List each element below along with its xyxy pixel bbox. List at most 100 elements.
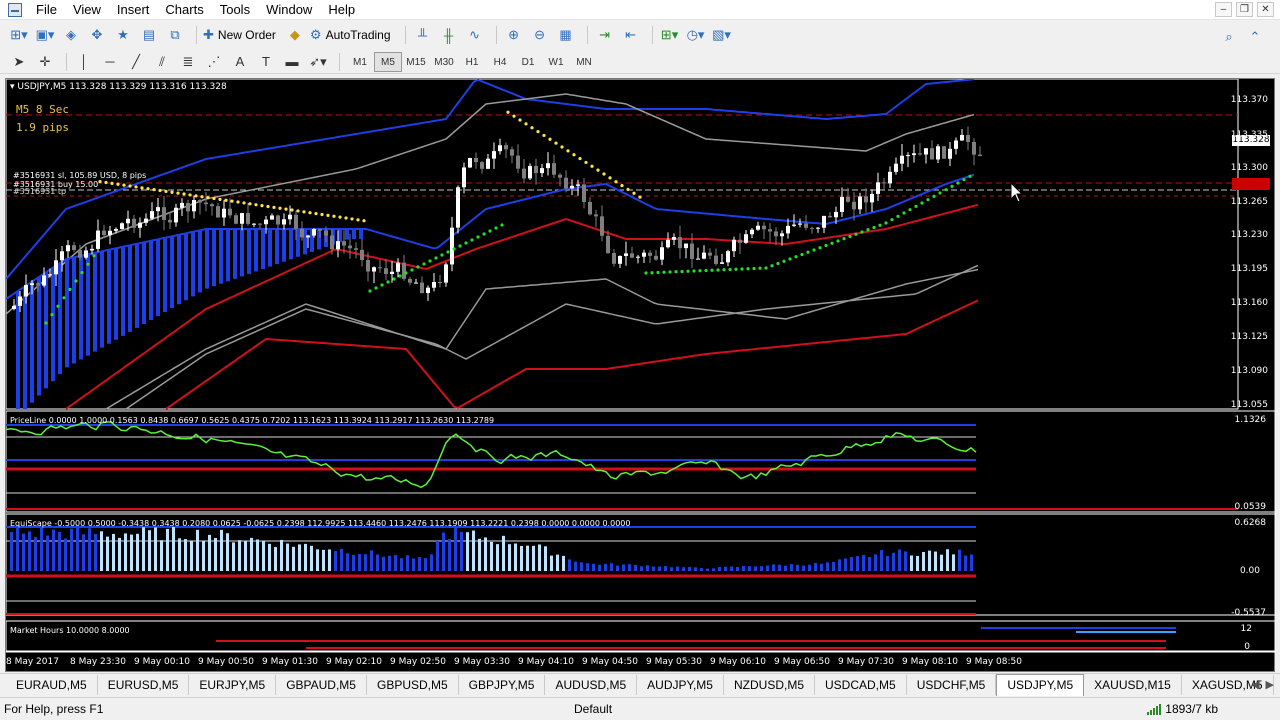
hist-bar (502, 535, 505, 571)
market-watch-icon[interactable]: ◈ (60, 24, 82, 46)
resistance-dot (632, 191, 636, 195)
candle-body (456, 187, 460, 228)
profiles-icon[interactable]: ▣▾ (34, 24, 56, 46)
candle-body (702, 252, 706, 259)
rectangle-icon[interactable]: ▬ (281, 51, 303, 73)
support-dot (944, 188, 948, 192)
timeframe-w1[interactable]: W1 (542, 52, 570, 72)
price-chart[interactable] (6, 79, 1276, 673)
crosshair-icon[interactable]: ✛ (34, 51, 56, 73)
menu-charts[interactable]: Charts (157, 0, 211, 20)
zoom-in-icon[interactable]: ⊕ (503, 24, 525, 46)
arrows-icon[interactable]: ➶▾ (307, 51, 329, 73)
menu-window[interactable]: Window (258, 0, 320, 20)
candle-body (24, 285, 28, 297)
menu-insert[interactable]: Insert (109, 0, 158, 20)
candle-body (966, 134, 970, 142)
timeframe-h4[interactable]: H4 (486, 52, 514, 72)
sub2-top-tick: 0.6268 (1234, 518, 1267, 528)
candle-body (48, 274, 52, 276)
tab-gbpusd-m5[interactable]: GBPUSD,M5 (367, 675, 459, 695)
cursor-icon[interactable]: ➤ (8, 51, 30, 73)
candle-body (498, 145, 502, 152)
text-icon[interactable]: A (229, 51, 251, 73)
resistance-dot (230, 199, 234, 203)
tab-xauusd-m15[interactable]: XAUUSD,M15 (1084, 675, 1182, 695)
zoom-out-icon[interactable]: ⊖ (529, 24, 551, 46)
status-profile[interactable]: Default (574, 702, 612, 716)
resistance-dot (122, 183, 126, 187)
menu-view[interactable]: View (65, 0, 109, 20)
restore-icon[interactable]: ❐ (1236, 2, 1253, 17)
timeframe-m30[interactable]: M30 (430, 52, 458, 72)
candle-body (66, 245, 70, 252)
timeframe-d1[interactable]: D1 (514, 52, 542, 72)
hist-bar (616, 565, 619, 571)
periods-icon[interactable]: ◷▾ (685, 24, 707, 46)
menu-tools[interactable]: Tools (212, 0, 258, 20)
hist-bar (796, 564, 799, 571)
tab-prev-icon[interactable]: ◀ (1251, 678, 1259, 691)
new-chart-icon[interactable]: ⊞▾ (8, 24, 30, 46)
timeframe-mn[interactable]: MN (570, 52, 598, 72)
timeframe-m15[interactable]: M15 (402, 52, 430, 72)
candle-body (696, 258, 700, 260)
time-tick: 9 May 06:10 (710, 657, 766, 667)
candle-body (510, 149, 514, 156)
connection-status[interactable]: 1893/7 kb (1147, 702, 1218, 716)
hist-bar (712, 568, 715, 571)
channel-icon[interactable]: ⫽ (151, 51, 173, 73)
timeframe-m1[interactable]: M1 (346, 52, 374, 72)
vertical-line-icon[interactable]: │ (73, 51, 95, 73)
tile-windows-icon[interactable]: ▦ (555, 24, 577, 46)
candle-body (150, 211, 154, 219)
support-dot (86, 262, 90, 266)
candle-body (804, 223, 808, 228)
minimize-icon[interactable]: – (1215, 2, 1232, 17)
candle-body (768, 229, 772, 232)
data-window-icon[interactable]: ✥ (86, 24, 108, 46)
tab-nzdusd-m5[interactable]: NZDUSD,M5 (724, 675, 815, 695)
tab-gbpjpy-m5[interactable]: GBPJPY,M5 (459, 675, 546, 695)
candle-body (906, 155, 910, 157)
candlestick-icon[interactable]: ╫ (438, 24, 460, 46)
hist-bar (118, 537, 121, 571)
tab-eurusd-m5[interactable]: EURUSD,M5 (98, 675, 190, 695)
hist-bar (574, 561, 577, 571)
tab-usdcad-m5[interactable]: USDCAD,M5 (815, 675, 907, 695)
bar-chart-icon[interactable]: ╨ (412, 24, 434, 46)
fibo-fan-icon[interactable]: ⋰ (203, 51, 225, 73)
tab-gbpaud-m5[interactable]: GBPAUD,M5 (276, 675, 367, 695)
chart-shift-icon[interactable]: ⇤ (620, 24, 642, 46)
hist-bar (784, 565, 787, 571)
text-label-icon[interactable]: T (255, 51, 277, 73)
trendline-icon[interactable]: ╱ (125, 51, 147, 73)
strategy-tester-icon[interactable]: ⧉ (164, 24, 186, 46)
autotrading-button[interactable]: ⚙ AutoTrading (310, 24, 395, 46)
tab-next-icon[interactable]: ▶ (1266, 678, 1274, 691)
timeframe-h1[interactable]: H1 (458, 52, 486, 72)
menu-help[interactable]: Help (320, 0, 363, 20)
templates-icon[interactable]: ▧▾ (711, 24, 733, 46)
tab-euraud-m5[interactable]: EURAUD,M5 (6, 675, 98, 695)
collapse-ribbon-icon[interactable]: ⌃ (1244, 26, 1266, 48)
close-icon[interactable]: ✕ (1257, 2, 1274, 17)
chart-window[interactable]: ▾ USDJPY,M5 113.328 113.329 113.316 113.… (5, 78, 1276, 673)
line-chart-icon[interactable]: ∿ (464, 24, 486, 46)
terminal-icon[interactable]: ▤ (138, 24, 160, 46)
autoscroll-icon[interactable]: ⇥ (594, 24, 616, 46)
timeframe-m5[interactable]: M5 (374, 51, 402, 72)
tab-usdjpy-m5[interactable]: USDJPY,M5 (996, 674, 1085, 696)
tab-audusd-m5[interactable]: AUDUSD,M5 (545, 675, 638, 695)
new-order-button[interactable]: ✚ New Order (203, 24, 280, 46)
tab-audjpy-m5[interactable]: AUDJPY,M5 (637, 675, 724, 695)
tab-usdchf-m5[interactable]: USDCHF,M5 (907, 675, 997, 695)
fibonacci-icon[interactable]: ≣ (177, 51, 199, 73)
metaeditor-icon[interactable]: ◆ (284, 24, 306, 46)
tab-eurjpy-m5[interactable]: EURJPY,M5 (189, 675, 277, 695)
indicators-icon[interactable]: ⊞▾ (659, 24, 681, 46)
horizontal-line-icon[interactable]: ─ (99, 51, 121, 73)
search-icon[interactable]: ⌕ (1218, 26, 1240, 48)
navigator-icon[interactable]: ★ (112, 24, 134, 46)
menu-file[interactable]: File (28, 0, 65, 20)
